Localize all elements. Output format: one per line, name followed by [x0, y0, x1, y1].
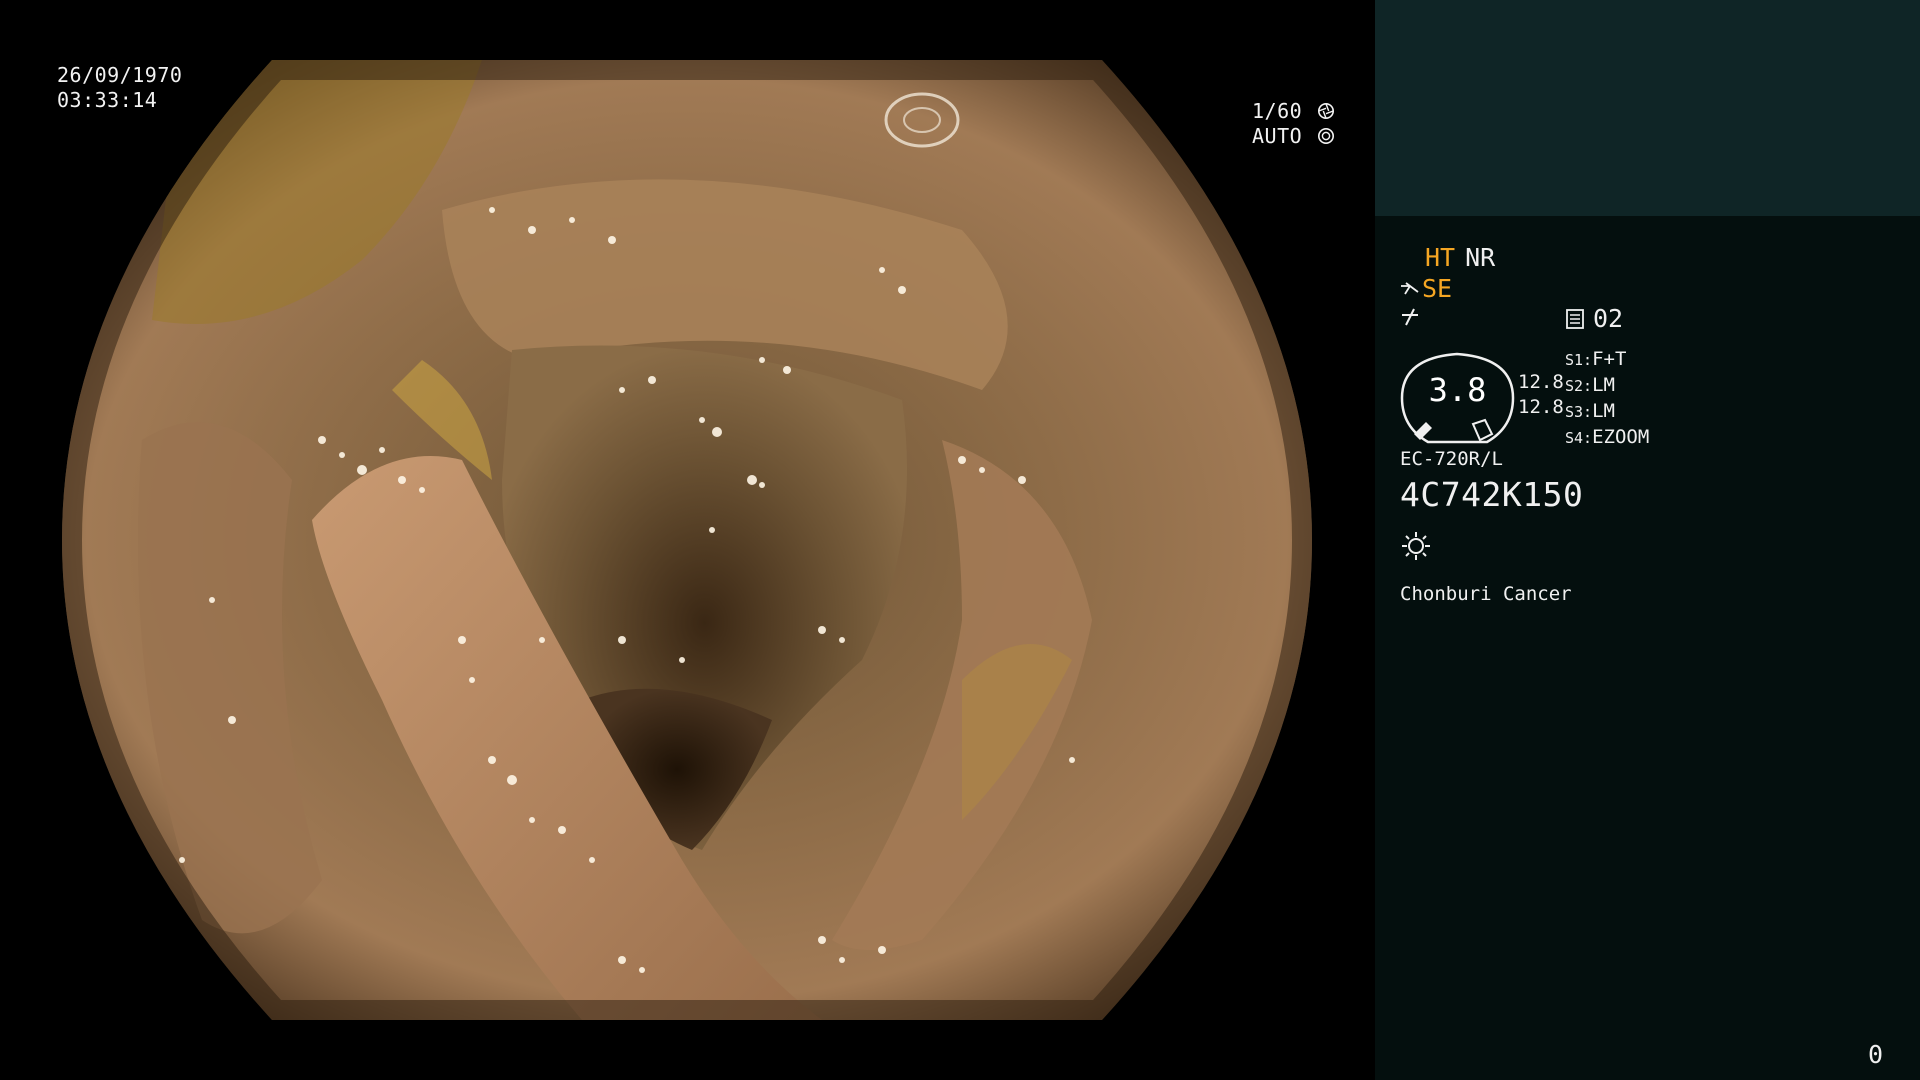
scope-switch-s4: S4:EZOOM — [1565, 426, 1650, 448]
iris-row: AUTO — [1252, 124, 1335, 149]
lamp-value-1: 12.8 — [1518, 371, 1564, 393]
structure-mode: SE — [1422, 274, 1453, 303]
noise-reduction-mode: NR — [1465, 243, 1496, 272]
memo-icon — [1566, 309, 1584, 329]
colon-lumen-image — [62, 60, 1312, 1020]
iris-mode: AUTO — [1252, 124, 1303, 148]
shutter-speed: 1/60 — [1252, 99, 1303, 123]
gauge-value: 3.8 — [1428, 371, 1487, 409]
structure-row: SE — [1400, 274, 1452, 303]
endoscopy-monitor: 26/09/1970 03:33:14 1/60 AUTO HT NR SE 0… — [0, 0, 1920, 1080]
exam-date: 26/09/1970 — [57, 63, 183, 87]
lamp-value-2: 12.8 — [1518, 396, 1564, 418]
scope-switch-list: S1:F+T S2:LM S3:LM S4:EZOOM — [1565, 347, 1649, 451]
exposure-overlay: 1/60 AUTO — [1252, 99, 1335, 149]
contrast-icon — [1402, 308, 1418, 326]
iris-icon — [1317, 127, 1334, 145]
shutter-row: 1/60 — [1252, 99, 1335, 124]
image-counter: 0 — [1868, 1040, 1884, 1069]
enhancement-row: HT NR — [1425, 243, 1495, 272]
scope-switch-s2: S2:LM — [1565, 374, 1615, 396]
enhancement-mode: HT — [1425, 243, 1456, 272]
color-mode-row — [1400, 304, 1422, 333]
scope-switch-s1: S1:F+T — [1565, 348, 1627, 370]
hospital-name: Chonburi Cancer — [1400, 583, 1572, 605]
aperture-icon — [1317, 102, 1334, 120]
exam-time: 03:33:14 — [57, 88, 158, 112]
endoscopy-image — [62, 60, 1312, 1020]
memo-number: 02 — [1593, 304, 1624, 333]
scope-serial: 4C742K150 — [1400, 475, 1584, 514]
scope-switch-s3: S3:LM — [1565, 400, 1615, 422]
panel-header — [1375, 0, 1920, 216]
memo-indicator: 02 — [1565, 304, 1623, 333]
structure-enhance-icon — [1401, 282, 1419, 295]
scope-model: EC-720R/L — [1400, 448, 1503, 470]
status-panel — [1375, 216, 1920, 1080]
lamp-values: 12.8 12.8 — [1518, 370, 1564, 420]
light-source-icon — [1402, 532, 1430, 560]
date-time-overlay: 26/09/1970 03:33:14 — [57, 63, 182, 113]
